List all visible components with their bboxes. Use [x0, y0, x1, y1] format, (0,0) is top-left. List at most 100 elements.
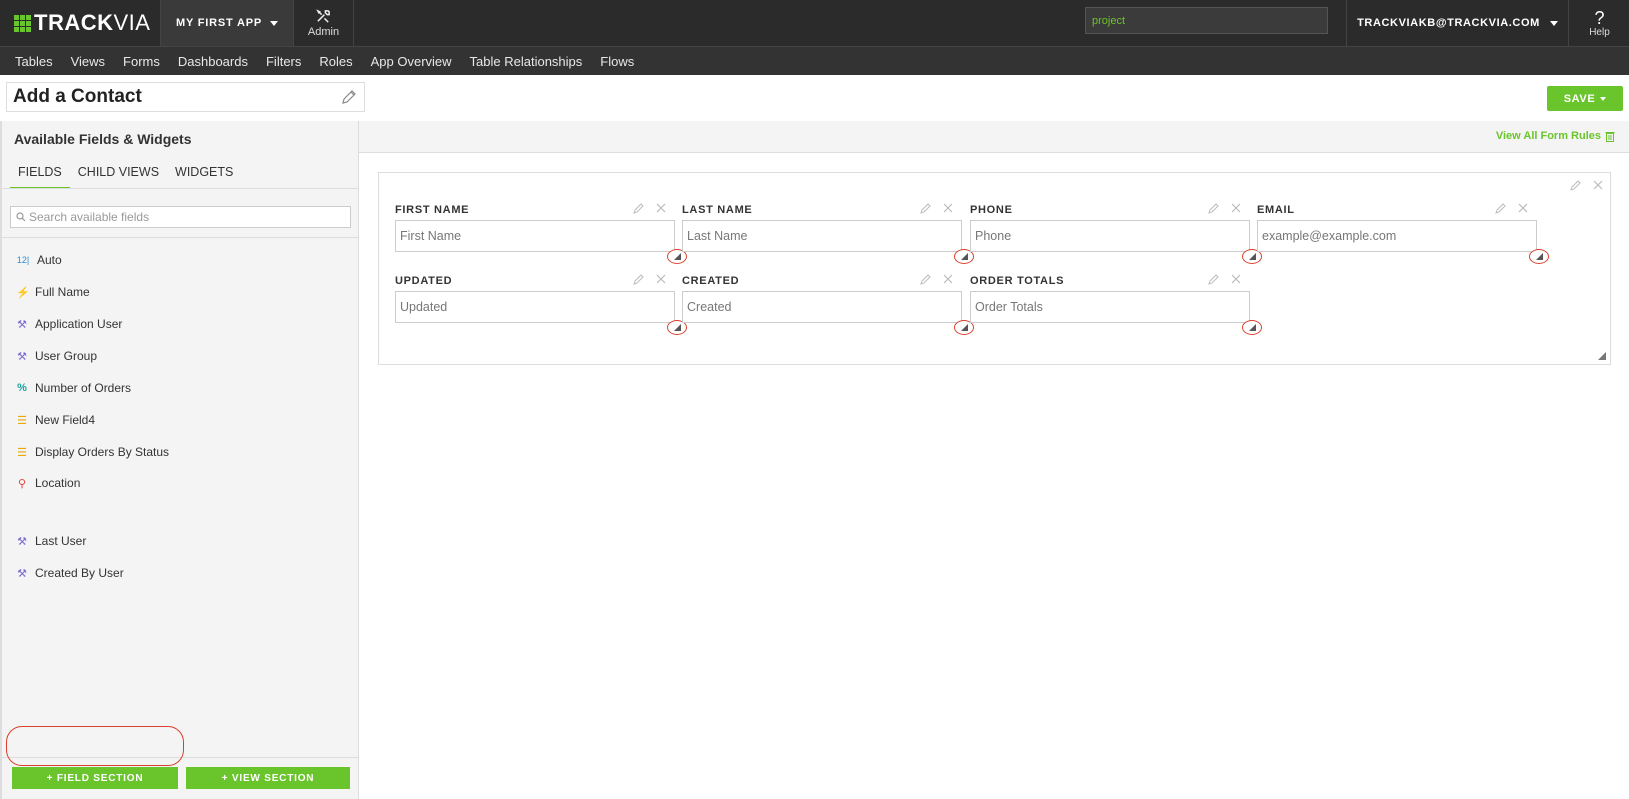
pencil-icon[interactable]	[920, 273, 932, 285]
resize-grip-icon	[1535, 253, 1543, 260]
form-title-field[interactable]: Add a Contact	[6, 82, 365, 112]
menu-item-dashboards[interactable]: Dashboards	[169, 54, 257, 69]
tab-fields[interactable]: FIELDS	[10, 158, 70, 189]
resize-grip-icon	[673, 324, 681, 331]
pencil-icon[interactable]	[1495, 202, 1507, 214]
form-title: Add a Contact	[13, 86, 142, 107]
first-name-input[interactable]	[395, 220, 675, 252]
last-name-input[interactable]	[682, 220, 962, 252]
field-item-created-by-user[interactable]: ⚒ Created By User	[16, 564, 124, 582]
logo-text-light: VIA	[113, 10, 151, 35]
pencil-icon[interactable]	[633, 273, 645, 285]
top-bar: TRACKVIA MY FIRST APP Admin TRACKVIAKB@T…	[0, 0, 1629, 46]
field-item-label: Full Name	[35, 285, 90, 299]
resize-handle[interactable]	[1242, 320, 1262, 335]
field-label: LAST NAME	[682, 204, 753, 216]
field-tools	[1208, 202, 1242, 214]
list-divider	[2, 237, 359, 238]
field-item-last-user[interactable]: ⚒ Last User	[16, 532, 86, 550]
close-icon[interactable]	[655, 202, 667, 214]
add-field-section-button[interactable]: + FIELD SECTION	[12, 767, 178, 789]
lightning-icon: ⚡	[16, 286, 30, 299]
search-icon	[16, 212, 26, 222]
trackvia-logo[interactable]: TRACK VIA	[14, 10, 150, 36]
field-item-user-group[interactable]: ⚒ User Group	[16, 347, 97, 365]
sidebar-tabs: FIELDS CHILD VIEWS WIDGETS	[10, 158, 241, 189]
menu-item-flows[interactable]: Flows	[591, 54, 643, 69]
pencil-icon[interactable]	[340, 88, 358, 106]
field-item-number-of-orders[interactable]: % Number of Orders	[16, 379, 131, 397]
tab-child-views[interactable]: CHILD VIEWS	[70, 158, 167, 189]
logo-text-bold: TRACK	[34, 10, 114, 35]
resize-handle[interactable]	[1529, 249, 1549, 264]
add-view-section-button[interactable]: + VIEW SECTION	[186, 767, 350, 789]
list-icon: ☰	[17, 414, 27, 427]
pencil-icon[interactable]	[1208, 273, 1220, 285]
view-all-form-rules-link[interactable]: View All Form Rules	[1496, 130, 1615, 142]
field-label: ORDER TOTALS	[970, 275, 1065, 287]
section-tools	[1570, 179, 1604, 191]
email-input[interactable]	[1257, 220, 1537, 252]
field-label: CREATED	[682, 275, 740, 287]
user-wand-icon: ⚒	[17, 535, 27, 548]
field-item-label: Display Orders By Status	[35, 445, 170, 459]
field-tools	[633, 202, 667, 214]
updated-input[interactable]	[395, 291, 675, 323]
close-icon[interactable]	[655, 273, 667, 285]
admin-button[interactable]: Admin	[294, 0, 354, 46]
user-wand-icon: ⚒	[17, 318, 27, 331]
field-item-application-user[interactable]: ⚒ Application User	[16, 315, 122, 333]
close-icon[interactable]	[1230, 202, 1242, 214]
resize-grip-icon	[673, 253, 681, 260]
field-item-location[interactable]: ⚲ Location	[16, 474, 80, 492]
close-icon[interactable]	[1592, 179, 1604, 191]
form-section[interactable]: FIRST NAME LAST NAME PHONE	[378, 172, 1611, 365]
field-item-label: Location	[35, 476, 81, 490]
global-search-input[interactable]	[1085, 7, 1328, 34]
field-item-label: Number of Orders	[35, 381, 132, 395]
menu-item-roles[interactable]: Roles	[310, 54, 361, 69]
menu-item-table-relationships[interactable]: Table Relationships	[461, 54, 592, 69]
close-icon[interactable]	[1230, 273, 1242, 285]
save-button[interactable]: SAVE	[1547, 86, 1623, 111]
help-button[interactable]: ? Help	[1570, 0, 1629, 46]
order-totals-input[interactable]	[970, 291, 1250, 323]
close-icon[interactable]	[1517, 202, 1529, 214]
field-search-box[interactable]	[10, 206, 351, 228]
user-wand-icon: ⚒	[17, 350, 27, 363]
close-icon[interactable]	[942, 273, 954, 285]
trash-icon	[1605, 131, 1615, 142]
list-icon: ☰	[17, 446, 27, 459]
percent-icon: %	[17, 382, 27, 394]
pencil-icon[interactable]	[633, 202, 645, 214]
menu-item-app-overview[interactable]: App Overview	[362, 54, 461, 69]
section-resize-grip-icon[interactable]	[1598, 352, 1606, 360]
tab-widgets[interactable]: WIDGETS	[167, 158, 241, 189]
save-label: SAVE	[1563, 92, 1596, 105]
app-switcher-button[interactable]: MY FIRST APP	[160, 0, 294, 46]
menu-item-tables[interactable]: Tables	[6, 54, 62, 69]
tools-icon	[316, 8, 330, 23]
field-item-display-orders-by-status[interactable]: ☰ Display Orders By Status	[16, 443, 169, 461]
field-tools	[633, 273, 667, 285]
user-wand-icon: ⚒	[17, 567, 27, 580]
field-item-label: New Field4	[35, 413, 96, 427]
field-item-new-field4[interactable]: ☰ New Field4	[16, 411, 95, 429]
pencil-icon[interactable]	[1208, 202, 1220, 214]
field-tools	[920, 273, 954, 285]
resize-grip-icon	[1248, 324, 1256, 331]
menu-item-filters[interactable]: Filters	[257, 54, 310, 69]
menu-item-forms[interactable]: Forms	[114, 54, 169, 69]
field-search-input[interactable]	[29, 210, 339, 224]
field-item-full-name[interactable]: ⚡ Full Name	[16, 283, 90, 301]
user-menu-button[interactable]: TRACKVIAKB@TRACKVIA.COM	[1346, 0, 1569, 46]
pencil-icon[interactable]	[1570, 179, 1582, 191]
phone-input[interactable]	[970, 220, 1250, 252]
menu-item-views[interactable]: Views	[62, 54, 114, 69]
created-input[interactable]	[682, 291, 962, 323]
rules-bar: View All Form Rules	[359, 121, 1629, 153]
field-item-auto[interactable]: 12| Auto	[16, 251, 62, 269]
close-icon[interactable]	[942, 202, 954, 214]
tab-divider	[2, 188, 359, 189]
pencil-icon[interactable]	[920, 202, 932, 214]
